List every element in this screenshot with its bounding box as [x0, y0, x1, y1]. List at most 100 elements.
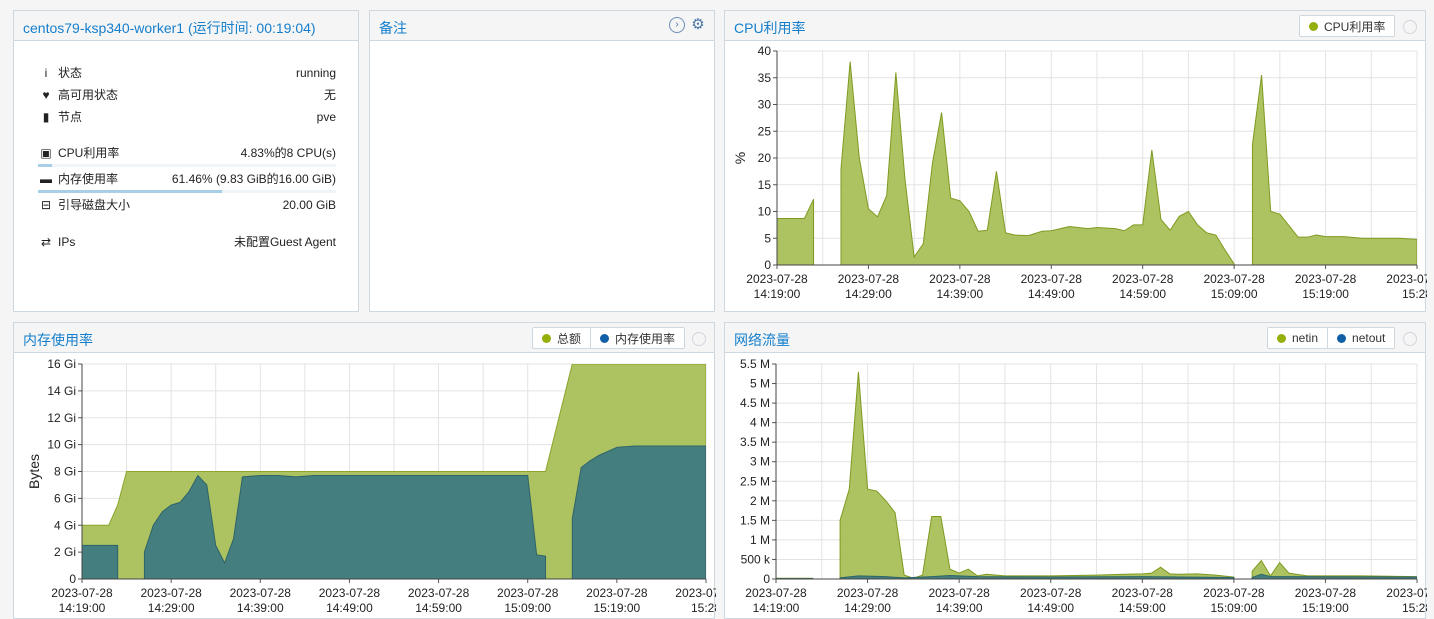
cpu-icon: ▣: [40, 146, 52, 160]
y-tick-label: 25: [758, 124, 772, 138]
summary-header: centos79-ksp340-worker1 (运行时间: 00:19:04): [14, 11, 358, 41]
status-row-0: i 状态 running: [38, 64, 336, 82]
status-row-5: ⊟ 引导磁盘大小 20.00 GiB: [38, 196, 336, 214]
x-tick-date: 2023-07-28: [745, 586, 807, 600]
cpu-chart-panel: CPU利用率 CPU利用率 0 5 10 15 20 25 30 35 40 2023-07-28…: [724, 10, 1427, 312]
x-tick-time: 14:59:00: [1119, 287, 1166, 301]
x-tick-time: 15:28: [1402, 287, 1427, 301]
x-tick-date: 2023-07-28: [1112, 586, 1174, 600]
x-tick-date: 2023-07-28: [1203, 272, 1265, 286]
x-tick-date: 2023-07-28: [1021, 272, 1083, 286]
x-tick-time: 15:09:00: [1211, 287, 1258, 301]
y-tick-label: 0: [69, 572, 76, 586]
x-tick-date: 2023-07-28: [1295, 272, 1357, 286]
x-tick-date: 2023-07-28: [586, 586, 648, 600]
y-tick-label: 35: [758, 71, 772, 85]
mem-chart-svg: 0 2 Gi 4 Gi 6 Gi 8 Gi 10 Gi 12 Gi 14 Gi 16 Gi 202…: [26, 357, 716, 615]
x-tick-date: 2023-07-28: [837, 586, 899, 600]
x-tick-date: 2023-07-28: [1295, 586, 1357, 600]
memory-chart-panel: 内存使用率 总额 内存使用率 02 Gi 4 Gi 6 Gi 8 Gi 10 Gi 12 G…: [13, 322, 716, 619]
x-tick-date: 2023-07-28: [838, 272, 900, 286]
x-tick-date: 2023-07-28: [1112, 272, 1174, 286]
status-value: running: [295, 66, 336, 80]
x-tick-time: 14:29:00: [148, 601, 195, 615]
x-tick-time: 15:09:00: [504, 601, 551, 615]
y-tick-label: 12 Gi: [47, 411, 76, 425]
x-tick-time: 14:19:00: [753, 601, 800, 615]
x-tick-time: 14:59:00: [415, 601, 462, 615]
y-tick-label: 4 Gi: [54, 518, 76, 532]
y-tick-label: 5: [764, 231, 771, 245]
x-tick-time: 14:19:00: [59, 601, 106, 615]
y-axis-label: Bytes: [26, 454, 42, 489]
x-tick-time: 14:59:00: [1119, 601, 1166, 615]
y-tick-label: 3.5 M: [740, 435, 770, 449]
notes-panel: 备注 › ⚙: [369, 10, 715, 312]
y-tick-label: 10 Gi: [47, 438, 76, 452]
x-tick-date: 2023-07-28: [929, 272, 991, 286]
x-tick-date: 2023-07-28: [140, 586, 202, 600]
y-tick-label: 2 Gi: [54, 545, 76, 559]
x-tick-date: 2023-07-28: [1386, 586, 1427, 600]
status-value: 4.83%的8 CPU(s): [240, 146, 336, 160]
x-tick-date: 2023-07-28: [408, 586, 470, 600]
x-tick-time: 14:49:00: [1027, 601, 1074, 615]
summary-panel: centos79-ksp340-worker1 (运行时间: 00:19:04)…: [13, 10, 359, 312]
x-tick-time: 15:19:00: [593, 601, 640, 615]
status-label: 状态: [58, 66, 83, 80]
x-tick-time: 15:28: [691, 601, 716, 615]
status-row-2: ▮ 节点 pve: [38, 108, 336, 126]
cpu-progress-bar-track: [38, 164, 336, 167]
y-tick-label: 16 Gi: [47, 357, 76, 371]
status-row-3: ▣ CPU利用率 4.83%的8 CPU(s): [38, 144, 336, 162]
x-tick-time: 14:39:00: [237, 601, 284, 615]
y-tick-label: 2.5 M: [740, 474, 770, 488]
x-tick-time: 14:29:00: [844, 601, 891, 615]
status-label: 内存使用率: [58, 172, 119, 186]
status-label: IPs: [58, 235, 76, 249]
y-tick-label: 5 M: [750, 377, 770, 391]
notes-title: 备注: [379, 20, 407, 36]
x-tick-time: 14:49:00: [326, 601, 373, 615]
y-tick-label: 2 M: [750, 494, 770, 508]
y-tick-label: 1.5 M: [740, 513, 770, 527]
arrow-right-icon[interactable]: ›: [669, 17, 685, 33]
memory-icon: ▬: [40, 172, 52, 186]
status-value: pve: [316, 110, 336, 124]
y-tick-label: 10: [758, 205, 772, 219]
vm-title: centos79-ksp340-worker1 (运行时间: 00:19:04): [23, 20, 316, 36]
memory-progress-bar: [38, 190, 222, 193]
x-tick-time: 14:39:00: [936, 287, 983, 301]
info-icon: i: [44, 66, 48, 80]
y-tick-label: 8 Gi: [54, 465, 76, 479]
x-tick-time: 15:28: [1402, 601, 1427, 615]
gear-icon[interactable]: ⚙: [690, 17, 706, 33]
y-tick-label: 30: [758, 98, 772, 112]
x-tick-time: 14:29:00: [845, 287, 892, 301]
heartbeat-icon: ♥: [42, 88, 50, 102]
x-tick-date: 2023-07-28: [675, 586, 716, 600]
x-tick-date: 2023-07-28: [1020, 586, 1082, 600]
status-label: 高可用状态: [58, 88, 119, 102]
y-tick-label: 5.5 M: [740, 357, 770, 371]
x-tick-time: 14:49:00: [1028, 287, 1075, 301]
cpu-chart-svg: 05101520253035402023-07-2814:19:002023-0…: [732, 44, 1427, 301]
x-tick-time: 14:19:00: [754, 287, 801, 301]
exchange-icon: ⇄: [40, 235, 52, 249]
x-tick-date: 2023-07-28: [51, 586, 113, 600]
y-tick-label: 1 M: [750, 533, 770, 547]
status-row-6: ⇄ IPs 未配置Guest Agent: [38, 233, 336, 251]
x-tick-date: 2023-07-28: [1203, 586, 1265, 600]
y-tick-label: 4 M: [750, 416, 770, 430]
x-tick-time: 15:09:00: [1210, 601, 1257, 615]
net-chart-svg: 0 500 k 1 M 1.5 M 2 M 2.5 M 3 M 3.5 M 4 M 4.5 M 5 …: [740, 357, 1427, 615]
memory-used-area-2: [571, 445, 706, 579]
status-label: 节点: [58, 110, 83, 124]
server-icon: ▮: [42, 110, 50, 124]
status-value: 20.00 GiB: [282, 198, 336, 212]
status-value: 未配置Guest Agent: [233, 235, 336, 249]
notes-header: 备注 › ⚙: [370, 11, 714, 41]
y-tick-label: 6 Gi: [54, 491, 76, 505]
x-tick-date: 2023-07-28: [497, 586, 559, 600]
y-tick-label: 20: [758, 151, 772, 165]
